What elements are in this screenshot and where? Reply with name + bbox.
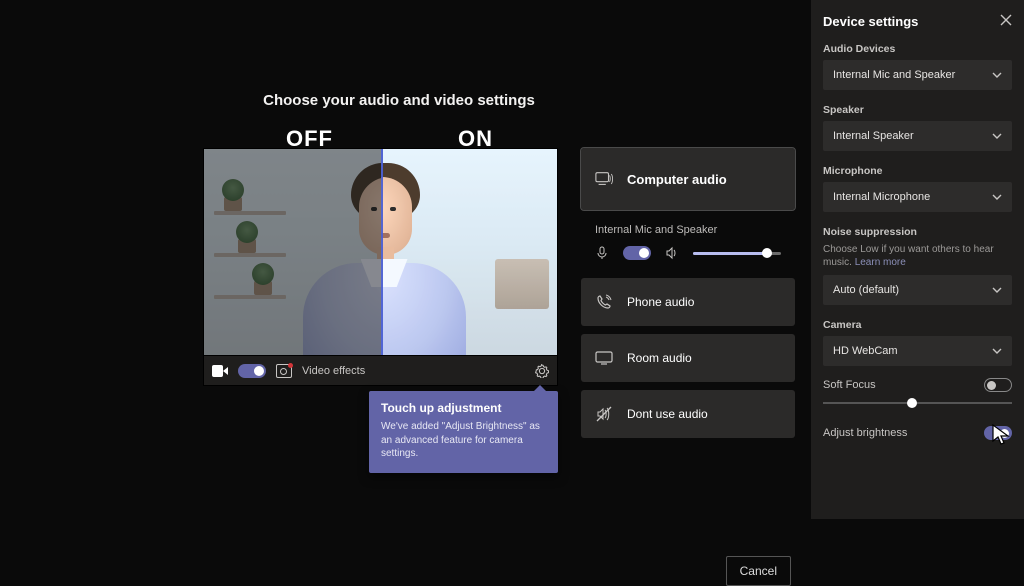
microphone-dropdown[interactable]: Internal Microphone (823, 182, 1012, 212)
computer-audio-icon (595, 171, 613, 187)
soft-focus-label: Soft Focus (823, 379, 876, 391)
camera-preview (203, 148, 558, 356)
speaker-dropdown[interactable]: Internal Speaker (823, 121, 1012, 151)
device-name: Internal Mic and Speaker (595, 218, 781, 246)
preview-controlbar: Video effects (203, 356, 558, 386)
option-phone-audio[interactable]: Phone audio (581, 278, 795, 326)
camera-dropdown[interactable]: HD WebCam (823, 336, 1012, 366)
touchup-callout: Touch up adjustment We've added "Adjust … (369, 391, 558, 473)
adjust-brightness-label: Adjust brightness (823, 427, 907, 439)
option-no-audio[interactable]: Dont use audio (581, 390, 795, 438)
callout-title: Touch up adjustment (381, 401, 546, 415)
option-label: Dont use audio (627, 407, 708, 421)
camera-label: Camera (823, 319, 1012, 331)
adjust-brightness-row: Adjust brightness (823, 426, 1012, 440)
option-label: Computer audio (627, 172, 727, 187)
phone-audio-icon (595, 294, 613, 310)
audio-devices-label: Audio Devices (823, 43, 1012, 55)
dropdown-value: Internal Microphone (833, 191, 930, 203)
option-label: Room audio (627, 351, 692, 365)
noise-suppression-hint: Choose Low if you want others to hear mu… (823, 243, 1012, 269)
noise-suppression-label: Noise suppression (823, 226, 1012, 238)
comparison-divider (381, 149, 383, 355)
callout-body: We've added "Adjust Brightness" as an ad… (381, 420, 546, 461)
close-icon[interactable] (998, 12, 1014, 28)
option-label: Phone audio (627, 295, 694, 309)
no-audio-icon (595, 406, 613, 422)
volume-slider[interactable] (693, 252, 781, 255)
dropdown-value: Internal Mic and Speaker (833, 69, 955, 81)
soft-focus-row: Soft Focus (823, 378, 1012, 392)
video-effects-icon[interactable] (276, 364, 292, 378)
adjust-brightness-toggle[interactable] (984, 426, 1012, 440)
noise-suppression-dropdown[interactable]: Auto (default) (823, 275, 1012, 305)
camera-icon (212, 365, 228, 377)
device-settings-panel: Device settings Audio Devices Internal M… (811, 0, 1024, 519)
mic-toggle[interactable] (623, 246, 651, 260)
audio-options: Computer audio Internal Mic and Speaker … (581, 148, 795, 446)
chevron-down-icon (992, 346, 1002, 356)
page-title: Choose your audio and video settings (0, 92, 798, 109)
option-computer-audio[interactable]: Computer audio (581, 148, 795, 210)
option-room-audio[interactable]: Room audio (581, 334, 795, 382)
speaker-icon (665, 246, 679, 260)
gear-icon[interactable] (535, 364, 549, 378)
speaker-label: Speaker (823, 104, 1012, 116)
chevron-down-icon (992, 131, 1002, 141)
video-effects-button[interactable]: Video effects (302, 365, 365, 377)
microphone-label: Microphone (823, 165, 1012, 177)
camera-toggle[interactable] (238, 364, 266, 378)
dropdown-value: Internal Speaker (833, 130, 914, 142)
learn-more-link[interactable]: Learn more (855, 257, 906, 268)
chevron-down-icon (992, 285, 1002, 295)
mic-icon (595, 246, 609, 260)
audio-devices-dropdown[interactable]: Internal Mic and Speaker (823, 60, 1012, 90)
panel-title: Device settings (823, 14, 1012, 29)
chevron-down-icon (992, 192, 1002, 202)
room-audio-icon (595, 350, 613, 366)
selected-audio-device: Internal Mic and Speaker (581, 218, 795, 278)
cancel-button[interactable]: Cancel (726, 556, 791, 586)
dropdown-value: HD WebCam (833, 345, 898, 357)
chevron-down-icon (992, 70, 1002, 80)
dropdown-value: Auto (default) (833, 284, 899, 296)
soft-focus-slider[interactable] (823, 402, 1012, 404)
soft-focus-toggle[interactable] (984, 378, 1012, 392)
